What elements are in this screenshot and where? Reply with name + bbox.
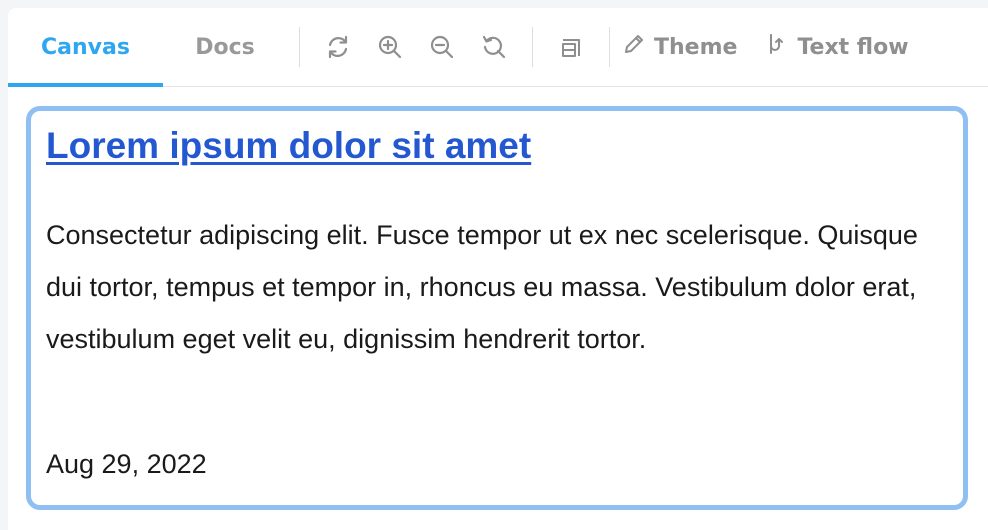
reset-zoom-button[interactable] bbox=[468, 21, 520, 73]
theme-label: Theme bbox=[654, 34, 738, 60]
layout-button[interactable] bbox=[545, 21, 597, 73]
tab-docs-label: Docs bbox=[195, 34, 255, 60]
layout-icon bbox=[558, 34, 584, 60]
toolbar-divider bbox=[532, 27, 533, 67]
pencil-icon bbox=[622, 32, 646, 62]
app-frame: Canvas Docs Theme Text flow Lorem ipsum … bbox=[8, 8, 988, 530]
toolbar: Canvas Docs Theme Text flow bbox=[8, 8, 988, 87]
card-title-link[interactable]: Lorem ipsum dolor sit amet bbox=[46, 125, 531, 167]
active-tab-indicator bbox=[8, 83, 163, 87]
text-flow-label: Text flow bbox=[797, 34, 909, 60]
text-flow-button[interactable]: Text flow bbox=[765, 32, 909, 62]
tab-docs[interactable]: Docs bbox=[163, 8, 287, 86]
toolbar-divider bbox=[299, 27, 300, 67]
refresh-icon bbox=[324, 33, 352, 61]
tab-canvas-label: Canvas bbox=[41, 34, 130, 60]
zoom-in-icon bbox=[376, 33, 404, 61]
content-card: Lorem ipsum dolor sit amet Consectetur a… bbox=[26, 106, 968, 510]
tab-canvas[interactable]: Canvas bbox=[8, 8, 163, 87]
card-date: Aug 29, 2022 bbox=[46, 449, 207, 479]
text-flow-icon bbox=[765, 32, 789, 62]
zoom-in-button[interactable] bbox=[364, 21, 416, 73]
theme-button[interactable]: Theme bbox=[622, 32, 737, 62]
card-body-text: Consectetur adipiscing elit. Fusce tempo… bbox=[46, 220, 918, 354]
toolbar-divider bbox=[609, 27, 610, 67]
zoom-out-button[interactable] bbox=[416, 21, 468, 73]
refresh-button[interactable] bbox=[312, 21, 364, 73]
zoom-out-icon bbox=[428, 33, 456, 61]
reset-zoom-icon bbox=[480, 33, 508, 61]
